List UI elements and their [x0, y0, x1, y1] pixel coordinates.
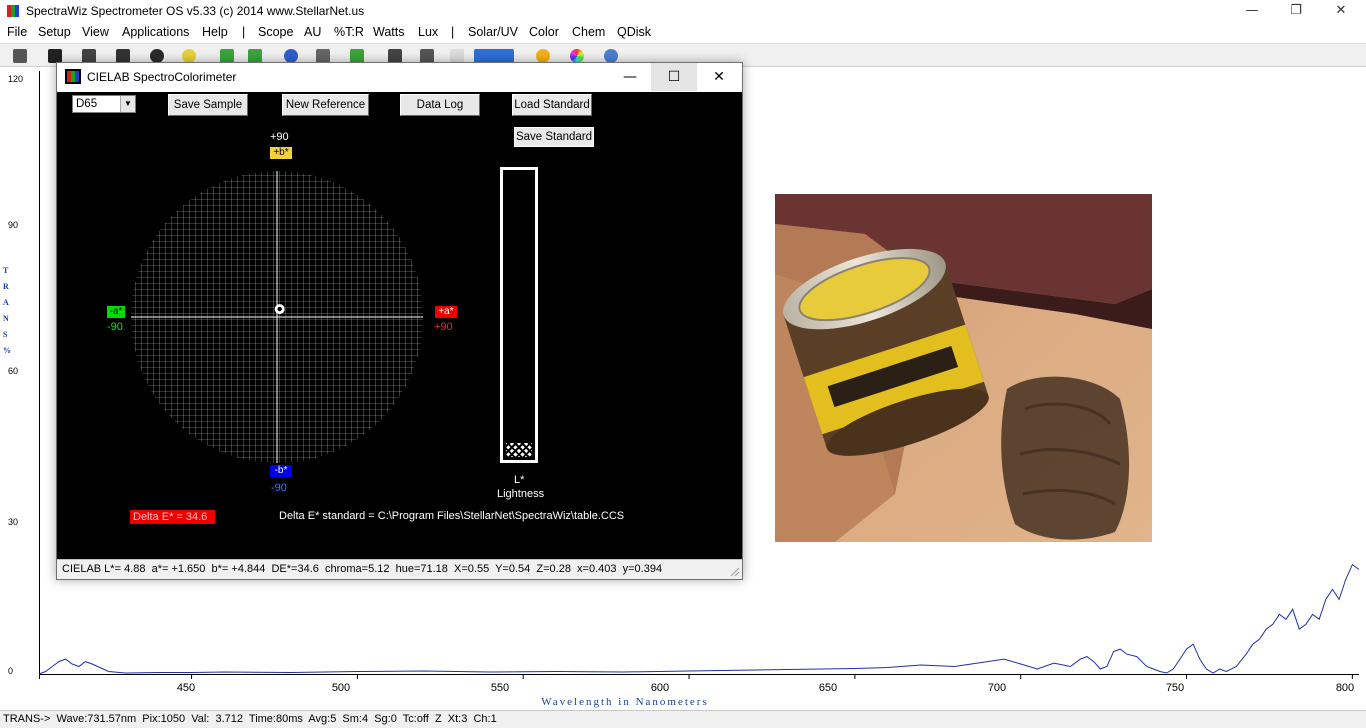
menu-au[interactable]: AU — [304, 25, 321, 39]
lightness-bar — [500, 167, 538, 463]
dialog-app-icon — [65, 69, 81, 84]
menu-solar-uv[interactable]: Solar/UV — [468, 25, 518, 39]
b-plus-value: +90 — [270, 131, 289, 143]
lightness-label: Lightness — [497, 488, 545, 500]
menu-bar: File Setup View Applications Help | Scop… — [0, 22, 1366, 42]
a-minus-value: -90 — [107, 321, 123, 333]
wood-stain-image — [775, 194, 1152, 542]
app-icon — [6, 4, 20, 18]
menu-watts[interactable]: Watts — [373, 25, 404, 39]
dialog-close-button[interactable]: ✕ — [696, 63, 742, 91]
sample-photo — [775, 194, 1152, 542]
b-minus-value: -90 — [271, 482, 287, 494]
dialog-body: D65 ▼ Save Sample New Reference Data Log… — [57, 92, 742, 559]
spectrum-series-line — [38, 563, 1360, 675]
delta-e-box: Delta E* = 34.6 — [130, 510, 215, 524]
resize-grip-icon[interactable] — [729, 566, 740, 577]
lightness-fill — [506, 443, 532, 457]
menu-color[interactable]: Color — [529, 25, 559, 39]
menu-file[interactable]: File — [7, 25, 27, 39]
dialog-title: CIELAB SpectroColorimeter — [87, 70, 237, 84]
b-minus-tag: -b* — [270, 465, 292, 477]
chevron-down-icon[interactable]: ▼ — [120, 96, 135, 112]
app-title: SpectraWiz Spectrometer OS v5.33 (c) 201… — [26, 4, 365, 18]
menu-setup[interactable]: Setup — [38, 25, 71, 39]
b-plus-tag: +b* — [270, 147, 292, 159]
menu-lux[interactable]: Lux — [418, 25, 438, 39]
menu-separator: | — [451, 25, 455, 39]
lightness-symbol: L* — [514, 474, 525, 486]
menu-chem[interactable]: Chem — [572, 25, 605, 39]
new-reference-button[interactable]: New Reference — [282, 94, 369, 116]
app-title-bar: SpectraWiz Spectrometer OS v5.33 (c) 201… — [0, 0, 1366, 22]
restore-button[interactable]: ❐ — [1273, 0, 1319, 22]
a-plus-value: +90 — [434, 321, 453, 333]
delta-e-standard-path: Delta E* standard = C:\Program Files\Ste… — [279, 510, 625, 522]
dialog-maximize-button[interactable]: ☐ — [651, 63, 697, 91]
menu-scope[interactable]: Scope — [258, 25, 293, 39]
illuminant-select[interactable]: D65 ▼ — [72, 95, 136, 113]
close-button[interactable]: ✕ — [1318, 0, 1364, 22]
a-minus-tag: -a* — [107, 306, 125, 318]
illuminant-value: D65 — [76, 98, 98, 110]
cielab-dialog: CIELAB SpectroColorimeter — ☐ ✕ D65 ▼ Sa… — [56, 62, 743, 580]
save-standard-button[interactable]: Save Standard — [513, 126, 595, 148]
dialog-minimize-button[interactable]: — — [607, 63, 653, 91]
menu-help[interactable]: Help — [202, 25, 228, 39]
menu-tr[interactable]: %T:R — [334, 25, 364, 39]
menu-view[interactable]: View — [82, 25, 109, 39]
data-log-button[interactable]: Data Log — [400, 94, 480, 116]
status-bar: TRANS-> Wave:731.57nm Pix:1050 Val: 3.71… — [0, 710, 1366, 728]
color-sample-marker — [274, 304, 285, 315]
save-sample-button[interactable]: Save Sample — [168, 94, 248, 116]
spectrawiz-app: SpectraWiz Spectrometer OS v5.33 (c) 201… — [0, 0, 1366, 728]
camera-icon[interactable] — [9, 46, 31, 66]
dialog-title-bar[interactable]: CIELAB SpectroColorimeter — ☐ ✕ — [57, 63, 742, 91]
dialog-status-bar: CIELAB L*= 4.88 a*= +1.650 b*= +4.844 DE… — [57, 559, 742, 579]
menu-qdisk[interactable]: QDisk — [617, 25, 651, 39]
load-standard-button[interactable]: Load Standard — [512, 94, 592, 116]
ab-color-chart — [131, 171, 423, 463]
a-plus-tag: +a* — [435, 306, 457, 318]
menu-applications[interactable]: Applications — [122, 25, 189, 39]
minimize-button[interactable]: — — [1229, 0, 1275, 22]
menu-separator: | — [242, 25, 246, 39]
